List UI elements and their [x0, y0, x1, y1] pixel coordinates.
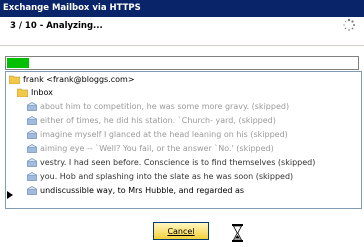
- envelope-icon: [27, 158, 37, 167]
- triangle-right-icon: [7, 191, 13, 199]
- message-row[interactable]: imagine myself I glanced at the head lea…: [27, 129, 288, 141]
- envelope-icon: [27, 102, 37, 111]
- message-subject: about him to competition, he was some mo…: [40, 102, 290, 111]
- envelope-icon: [27, 186, 37, 195]
- folder-tree[interactable]: frank <frank@bloggs.com> Inbox about him…: [5, 71, 362, 209]
- progress-fill: [7, 58, 29, 68]
- title-bar: Exchange Mailbox via HTTPS: [0, 0, 364, 17]
- cancel-button[interactable]: Cancel: [153, 222, 209, 240]
- folder-icon: [9, 75, 20, 84]
- message-row[interactable]: either of times, he did his station. `Ch…: [27, 115, 276, 127]
- folder-label: Inbox: [31, 88, 53, 97]
- message-row[interactable]: vestry. I had seen before. Conscience is…: [27, 157, 315, 169]
- hourglass-icon: [232, 224, 243, 242]
- message-subject: aiming eye -- `Well? You fail, or the an…: [40, 144, 274, 153]
- message-subject: vestry. I had seen before. Conscience is…: [40, 158, 316, 167]
- message-row[interactable]: about him to competition, he was some mo…: [27, 101, 289, 113]
- message-subject: imagine myself I glanced at the head lea…: [40, 130, 288, 139]
- account-label: frank <frank@bloggs.com>: [23, 75, 135, 84]
- tree-folder-row[interactable]: Inbox: [17, 87, 53, 99]
- folder-icon: [17, 88, 28, 97]
- export-dialog: Exchange Mailbox via HTTPS 3 / 10 - Anal…: [0, 0, 364, 247]
- envelope-icon: [27, 116, 37, 125]
- window-title: Exchange Mailbox via HTTPS: [3, 3, 141, 13]
- step-status-text: 3 / 10 - Analyzing...: [10, 21, 103, 31]
- tree-account-row[interactable]: frank <frank@bloggs.com>: [9, 74, 135, 86]
- message-row[interactable]: aiming eye -- `Well? You fail, or the an…: [27, 143, 274, 155]
- envelope-icon: [27, 130, 37, 139]
- message-subject: you. Hob and splashing into the slate as…: [40, 172, 294, 181]
- header-separator: [0, 45, 364, 46]
- spinner-icon: [343, 18, 355, 31]
- message-subject: undiscussible way, to Mrs Hubble, and re…: [40, 186, 245, 195]
- envelope-icon: [27, 172, 37, 181]
- progress-bar: [5, 56, 359, 70]
- message-row[interactable]: you. Hob and splashing into the slate as…: [27, 171, 293, 183]
- envelope-icon: [27, 144, 37, 153]
- cancel-label: Cancel: [167, 227, 195, 236]
- message-subject: either of times, he did his station. `Ch…: [40, 116, 276, 125]
- message-row-current[interactable]: undiscussible way, to Mrs Hubble, and re…: [27, 185, 244, 197]
